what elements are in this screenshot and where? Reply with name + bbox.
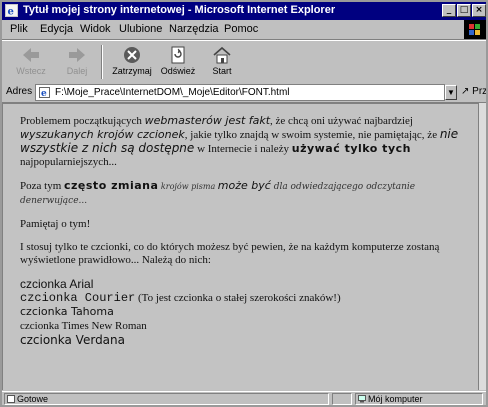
forward-arrow-icon [69,48,85,62]
browser-window: e Tytuł mojej strony internetowej - Micr… [0,0,488,407]
page-icon: e [39,87,50,98]
font-times-sample: czcionka Times New Roman [20,320,147,332]
fancy-text: może być [217,179,271,192]
go-button[interactable]: ↗ Przejdź [461,86,488,97]
status-zone: Mój komputer [368,394,423,404]
address-input[interactable]: e F:\Moje_Prace\InternetDOM\_Moje\Editor… [35,84,445,101]
back-arrow-icon [23,48,39,62]
svg-text:e: e [41,89,47,98]
text: , jakie tylko znajdą w swoim systemie, n… [184,129,440,141]
menu-help[interactable]: Pomoc [224,23,258,35]
computer-icon [358,395,366,403]
toolbar: Wstecz Dalej Zatrzymaj Odśwież Start [2,40,486,84]
status-bar: Gotowe Mój komputer [2,391,486,405]
ie-app-icon[interactable]: e [5,4,18,18]
status-text: Gotowe [17,394,49,404]
windows-logo-icon [464,20,486,39]
text: , że chcą oni używać najbardziej [270,115,413,127]
address-dropdown-button[interactable]: ▼ [445,85,457,100]
menu-edit[interactable]: Edycja [40,23,73,35]
font-courier-note: (To jest czcionka o stałej szerokości zn… [135,292,341,304]
text: Problemem początkujących [20,115,145,127]
maximize-button[interactable]: □ [457,4,471,17]
font-list: czcionka Arial czcionka Courier (To jest… [20,277,470,347]
window-title: Tytuł mojej strony internetowej - Micros… [23,4,336,16]
home-icon [213,46,231,64]
paragraph-intro: Problemem początkujących webmasterów jes… [20,114,470,169]
refresh-label: Odśwież [160,66,196,76]
title-bar[interactable]: e Tytuł mojej strony internetowej - Micr… [2,2,486,20]
forward-button[interactable]: Dalej [54,43,100,81]
fancy-text: webmasterów jest fakt [144,114,271,127]
status-zone-pane: Mój komputer [355,393,483,405]
page-content: Problemem początkujących webmasterów jes… [2,103,478,390]
font-arial-sample: czcionka Arial [20,277,94,291]
menu-file[interactable]: Plik [10,23,28,35]
script-text: krojów pisma [158,182,218,191]
address-label: Adres [6,86,33,97]
vertical-scrollbar[interactable] [478,103,486,390]
close-button[interactable]: × [472,4,486,17]
home-button[interactable]: Start [199,43,245,81]
minimize-button[interactable]: _ [442,4,456,17]
refresh-icon [171,46,185,64]
home-label: Start [212,66,232,76]
page-status-icon [7,395,15,403]
toolbar-separator [101,45,103,79]
text: w Internecie i należy [194,143,292,155]
menu-bar: Plik Edycja Widok Ulubione Narzędzia Pom… [2,20,486,40]
stop-button[interactable]: Zatrzymaj [109,43,155,81]
stop-icon [124,47,140,63]
fancy-text: wyszukanych krojów czcionek [20,128,185,141]
address-bar: Adres e F:\Moje_Prace\InternetDOM\_Moje\… [2,83,486,103]
back-label: Wstecz [16,66,46,76]
go-arrow-icon: ↗ [461,86,470,97]
font-tahoma-sample: czcionka Tahoma [20,305,114,318]
paragraph-changes: Poza tym często zmiana krojów pisma może… [20,179,470,208]
menu-favorites[interactable]: Ulubione [119,23,162,35]
menu-view[interactable]: Widok [80,23,111,35]
bold-text: używać tylko tych [291,142,411,155]
forward-label: Dalej [66,66,88,76]
status-pane-empty [332,393,352,405]
stop-label: Zatrzymaj [112,66,152,76]
go-label: Przejdź [472,86,488,97]
refresh-button[interactable]: Odśwież [155,43,201,81]
font-verdana-sample: czcionka Verdana [20,333,125,347]
status-text-pane: Gotowe [4,393,329,405]
text: Poza tym [20,180,64,192]
back-button[interactable]: Wstecz [8,43,54,81]
menu-tools[interactable]: Narzędzia [169,23,219,35]
font-courier-line: czcionka Courier (To jest czcionka o sta… [20,291,470,305]
paragraph-recommendation: I stosuj tylko te czcionki, co do któryc… [20,241,440,266]
bold-text: często zmiana [64,179,159,192]
paragraph-remember: Pamiętaj o tym! [20,218,91,230]
font-courier-sample: czcionka Courier [20,291,136,305]
text: najpopularniejszych... [20,156,117,168]
address-url: F:\Moje_Prace\InternetDOM\_Moje\Editor\F… [55,87,290,98]
svg-text:e: e [8,7,14,17]
